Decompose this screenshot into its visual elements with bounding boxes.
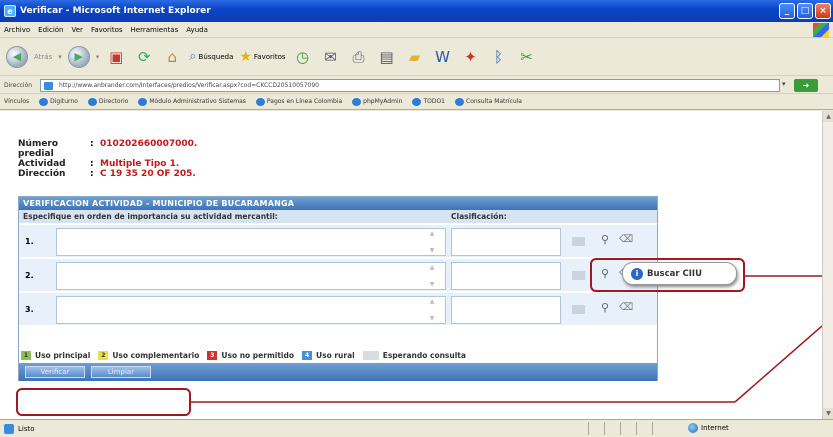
search-button[interactable]: ⌕ Búsqueda xyxy=(189,49,233,64)
link-directorio[interactable]: Directorio xyxy=(87,97,128,106)
link-icon xyxy=(455,97,464,106)
history-icon[interactable]: ◷ xyxy=(292,46,314,68)
link-icon xyxy=(87,97,97,106)
link-modulo-administrativo[interactable]: Módulo Administrativo Sistemas xyxy=(138,97,246,106)
maximize-button[interactable]: □ xyxy=(797,3,813,19)
home-icon[interactable]: ⌂ xyxy=(161,46,183,68)
address-bar: Dirección http://www.anbrander.com/Inter… xyxy=(0,78,833,94)
windows-logo-icon xyxy=(813,23,829,37)
print-icon[interactable]: ⎙ xyxy=(348,46,370,68)
security-zone: Internet xyxy=(688,423,729,433)
bluetooth-icon[interactable]: ᛒ xyxy=(488,46,510,68)
link-phpmyadmin[interactable]: phpMyAdmin xyxy=(352,97,402,106)
vertical-scrollbar[interactable]: ▲ ▼ xyxy=(822,111,833,419)
scroll-up-icon[interactable]: ▲ xyxy=(823,111,833,122)
link-pagos-en-linea[interactable]: Pagos en Línea Colombia xyxy=(255,97,342,106)
menu-favoritos[interactable]: Favoritos xyxy=(91,26,123,34)
link-icon xyxy=(255,97,265,106)
links-bar: Vínculos Digiturno Directorio Módulo Adm… xyxy=(0,94,833,110)
menu-ayuda[interactable]: Ayuda xyxy=(186,26,208,34)
word-icon[interactable]: W xyxy=(432,46,454,68)
link-icon xyxy=(352,97,362,106)
stop-icon[interactable]: ▣ xyxy=(105,46,127,68)
refresh-icon[interactable]: ⟳ xyxy=(133,46,155,68)
close-button[interactable]: × xyxy=(815,3,831,19)
link-consulta-matricula[interactable]: Consulta Matrícula xyxy=(455,97,522,106)
standard-toolbar: ◀ Atrás ▾ ▶ ▾ ▣ ⟳ ⌂ ⌕ Búsqueda ★ Favorit… xyxy=(0,38,833,76)
link-icon xyxy=(412,97,422,106)
go-button[interactable]: ➜ xyxy=(794,79,818,92)
edit-icon[interactable]: ▤ xyxy=(376,46,398,68)
minimize-button[interactable]: _ xyxy=(779,3,795,19)
menu-herramientas[interactable]: Herramientas xyxy=(131,26,179,34)
menu-ver[interactable]: Ver xyxy=(72,26,83,34)
back-button[interactable]: ◀ xyxy=(6,45,28,68)
menu-edicion[interactable]: Edición xyxy=(38,26,63,34)
page-content: Número predial : 010202660007000. Activi… xyxy=(0,111,822,419)
star-icon: ★ xyxy=(239,48,252,65)
link-icon xyxy=(138,97,148,106)
tool-icon[interactable]: ✂ xyxy=(516,46,538,68)
mail-icon[interactable]: ✉ xyxy=(320,46,342,68)
browser-window: e Verificar - Microsoft Internet Explore… xyxy=(0,0,833,437)
internet-explorer-icon: e xyxy=(4,5,16,17)
address-label: Dirección xyxy=(4,82,33,89)
window-title: Verificar - Microsoft Internet Explorer xyxy=(20,6,211,16)
menu-archivo[interactable]: Archivo xyxy=(4,26,30,34)
title-bar: e Verificar - Microsoft Internet Explore… xyxy=(0,0,833,22)
favorites-button[interactable]: ★ Favoritos xyxy=(239,49,285,65)
status-bar: Listo Internet xyxy=(0,419,833,437)
search-icon: ⌕ xyxy=(189,49,197,64)
link-todo1[interactable]: TODO1 xyxy=(412,97,445,106)
messenger-icon[interactable]: ✦ xyxy=(460,46,482,68)
links-label: Vínculos xyxy=(4,98,30,105)
menu-bar: Archivo Edición Ver Favoritos Herramient… xyxy=(0,22,833,38)
forward-button[interactable]: ▶ xyxy=(67,45,90,68)
address-input[interactable]: http://www.anbrander.com/Interfaces/pred… xyxy=(40,79,780,92)
scroll-down-icon[interactable]: ▼ xyxy=(823,408,833,419)
link-icon xyxy=(39,97,49,106)
link-digiturno[interactable]: Digiturno xyxy=(39,97,78,106)
page-icon xyxy=(44,82,53,90)
status-text: Listo xyxy=(18,424,35,433)
back-label: Atrás xyxy=(34,52,53,61)
callout-lines xyxy=(191,275,822,403)
page-status-icon xyxy=(4,423,14,434)
globe-icon xyxy=(688,423,698,433)
folder-icon[interactable]: ▰ xyxy=(404,46,426,68)
address-dropdown-icon[interactable]: ▾ xyxy=(782,80,786,88)
